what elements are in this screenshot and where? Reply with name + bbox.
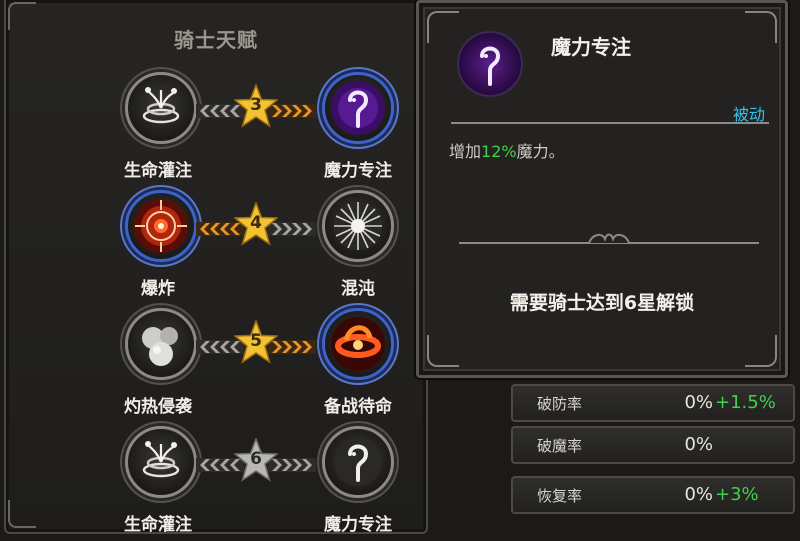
explosion-target-icon [134, 199, 188, 253]
tooltip-skill-icon [457, 31, 523, 97]
star-level-number: 3 [250, 95, 262, 115]
stat-label: 破魔率 [537, 437, 583, 455]
talent-connector: 3 [196, 82, 316, 128]
star-level-number: 6 [250, 449, 262, 469]
talent-row-2: 爆炸 4 混沌 [6, 190, 426, 305]
tooltip-description: 增加12%魔力。 [449, 138, 565, 162]
star-level-badge: 3 [233, 82, 279, 128]
star-level-number: 4 [250, 213, 262, 233]
flame-ring-icon [331, 317, 385, 371]
magic-hook-icon [334, 438, 382, 486]
stat-row-armor-break: 破防率 0% +1.5% [511, 384, 795, 422]
talent-node-chaos[interactable] [322, 190, 394, 262]
vine-swirl-icon [142, 87, 180, 124]
magic-hook-icon [331, 81, 385, 135]
talent-node-magic-focus-locked[interactable] [322, 426, 394, 498]
talent-label: 魔力专注 [324, 161, 392, 181]
magic-hook-icon [480, 46, 501, 86]
talent-row-4: 生命灌注 6 魔力专注 [6, 426, 426, 541]
stat-label: 破防率 [537, 395, 583, 413]
talent-row-1: 生命灌注 3 魔力专注 [6, 72, 426, 187]
stat-bonus: +1.5% [715, 392, 776, 413]
talent-node-magic-focus[interactable] [322, 72, 394, 144]
talent-connector: 5 [196, 318, 316, 364]
stat-row-magic-break: 破魔率 0% [511, 426, 795, 464]
desc-value: 12% [481, 142, 517, 161]
tooltip-separator [451, 122, 769, 124]
talent-label: 混沌 [341, 279, 375, 299]
desc-suffix: 魔力。 [516, 142, 565, 161]
stats-panel: 破防率 0% +1.5% 破魔率 0% 恢复率 0% +3% [505, 378, 800, 532]
panel-title: 骑士天赋 [174, 28, 258, 52]
talent-tooltip: 魔力专注 被动 增加12%魔力。 需要骑士达到6星解锁 [416, 0, 788, 378]
unlock-requirement: 需要骑士达到6星解锁 [509, 292, 695, 314]
vine-swirl-icon [142, 441, 180, 478]
star-level-badge: 5 [233, 318, 279, 364]
talent-node-life-infusion[interactable] [125, 72, 197, 144]
talent-label: 灼热侵袭 [124, 397, 192, 417]
talent-node-life-infusion-locked[interactable] [125, 426, 197, 498]
tooltip-corner-ornament [745, 335, 777, 367]
talent-label: 魔力专注 [324, 515, 392, 535]
talent-label: 爆炸 [141, 279, 175, 299]
stat-value: 0% [684, 434, 713, 455]
talent-connector: 6 [196, 436, 316, 482]
tooltip-title: 魔力专注 [551, 35, 631, 59]
talent-label: 生命灌注 [124, 515, 192, 535]
talent-label: 备战待命 [324, 397, 392, 417]
talent-node-scorching-raid[interactable] [125, 308, 197, 380]
stat-bonus: +3% [715, 484, 759, 505]
talent-node-combat-ready[interactable] [322, 308, 394, 380]
star-level-badge: 4 [233, 200, 279, 246]
star-level-badge: 6 [233, 436, 279, 482]
desc-prefix: 增加 [449, 142, 482, 161]
stat-row-recovery: 恢复率 0% +3% [511, 476, 795, 514]
tooltip-corner-ornament [427, 335, 459, 367]
tooltip-corner-ornament [427, 11, 459, 43]
talent-node-explosion[interactable] [125, 190, 197, 262]
talent-row-3: 灼热侵袭 5 备战待命 [6, 308, 426, 423]
stat-label: 恢复率 [537, 487, 583, 505]
tooltip-corner-ornament [745, 11, 777, 43]
fireballs-icon [142, 327, 178, 366]
knight-talent-panel: 骑士天赋 生命灌注 3 魔力专注 爆炸 4 混沌 灼热侵袭 5 备战待命 生命灌… [4, 0, 428, 535]
talent-label: 生命灌注 [124, 161, 192, 181]
talent-connector: 4 [196, 200, 316, 246]
chaos-burst-icon [334, 202, 382, 250]
stat-value: 0% [684, 484, 713, 505]
stat-value: 0% [684, 392, 713, 413]
ornament-divider [459, 233, 759, 244]
star-level-number: 5 [250, 331, 262, 351]
